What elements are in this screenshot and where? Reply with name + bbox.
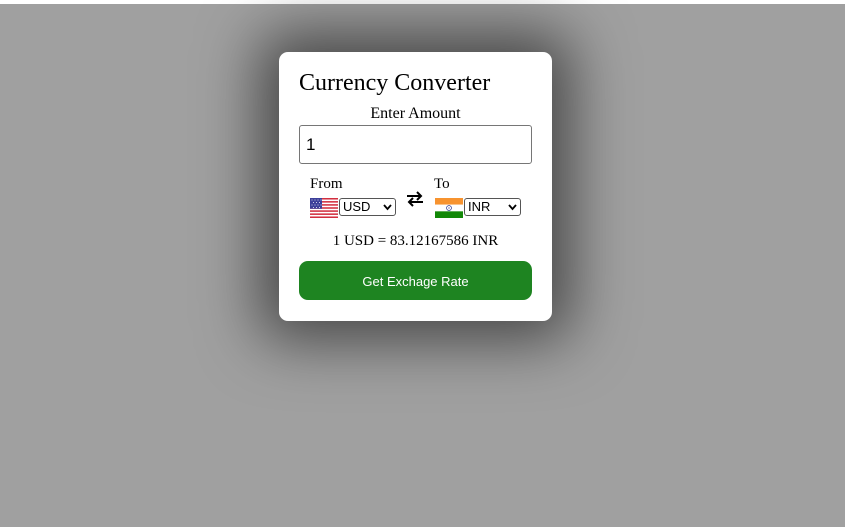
us-flag-icon	[310, 198, 338, 218]
converter-title: Currency Converter	[299, 70, 491, 96]
chevron-down-icon	[383, 204, 392, 211]
amount-input[interactable]	[299, 125, 532, 164]
to-currency-select[interactable]: INR	[464, 198, 521, 216]
from-currency-value: USD	[343, 199, 371, 214]
amount-label: Enter Amount	[370, 105, 461, 122]
page-top-strip	[0, 0, 845, 4]
converter-card: Currency Converter Enter Amount From To …	[279, 52, 552, 321]
to-currency-value: INR	[468, 199, 491, 214]
to-label: To	[434, 176, 450, 192]
from-label: From	[310, 176, 343, 192]
swap-arrows-icon[interactable]	[405, 188, 425, 210]
get-exchange-rate-button[interactable]: Get Exchage Rate	[299, 261, 532, 300]
india-flag-icon	[435, 198, 463, 218]
exchange-rate-text: 1 USD = 83.12167586 INR	[332, 233, 499, 249]
from-currency-select[interactable]: USD	[339, 198, 396, 216]
chevron-down-icon	[508, 204, 517, 211]
